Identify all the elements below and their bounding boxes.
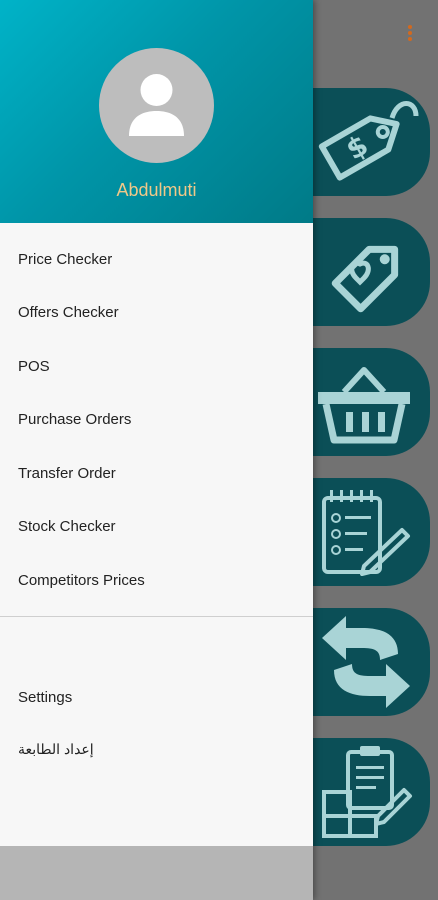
tile-price-checker[interactable]: $ (312, 88, 430, 196)
menu-item-pos[interactable]: POS (0, 340, 313, 393)
menu-item-offers-checker[interactable]: Offers Checker (0, 286, 313, 339)
menu-item-label: Purchase Orders (18, 411, 132, 428)
shopping-basket-icon (318, 367, 410, 444)
tile-offers-checker[interactable] (312, 218, 430, 326)
menu-divider (0, 616, 313, 617)
menu-item-label: Transfer Order (18, 465, 116, 482)
menu-item-purchase-orders[interactable]: Purchase Orders (0, 393, 313, 446)
menu-item-transfer-order[interactable]: Transfer Order (0, 447, 313, 500)
menu-item-label: Settings (18, 689, 73, 706)
menu-item-settings[interactable]: Settings (0, 671, 313, 724)
inventory-clipboard-boxes-icon (322, 746, 412, 838)
tile-purchase-orders[interactable] (312, 478, 430, 586)
drawer-header: Abdulmuti (0, 0, 313, 223)
menu-item-competitors-prices[interactable]: Competitors Prices (0, 554, 313, 607)
overflow-menu-button[interactable] (398, 18, 422, 48)
user-name: Abdulmuti (116, 180, 197, 200)
more-vert-icon (408, 25, 412, 41)
menu-item-label: Competitors Prices (18, 572, 145, 589)
tile-transfer-order[interactable] (312, 608, 430, 716)
menu-item-label: POS (18, 358, 50, 375)
menu-item-stock-checker[interactable]: Stock Checker (0, 500, 313, 553)
avatar[interactable] (99, 48, 214, 163)
checklist-clipboard-icon (322, 490, 410, 576)
person-icon (129, 74, 184, 136)
price-tag-dollar-icon: $ (318, 101, 419, 181)
drawer-bottom-strip (0, 846, 313, 900)
menu-item-printer-settings[interactable]: إعداد الطابعة (0, 723, 313, 776)
tile-pos[interactable] (312, 348, 430, 456)
menu-item-price-checker[interactable]: Price Checker (0, 233, 313, 286)
transfer-arrows-icon (322, 616, 410, 708)
menu-item-label: Stock Checker (18, 518, 116, 535)
navigation-drawer: Abdulmuti Price Checker Offers Checker P… (0, 0, 313, 900)
tile-stock-checker[interactable] (312, 738, 430, 846)
menu-item-label: إعداد الطابعة (18, 741, 94, 757)
menu-item-label: Offers Checker (18, 304, 119, 321)
menu-item-label: Price Checker (18, 251, 113, 268)
offer-tag-heart-icon (331, 245, 399, 313)
